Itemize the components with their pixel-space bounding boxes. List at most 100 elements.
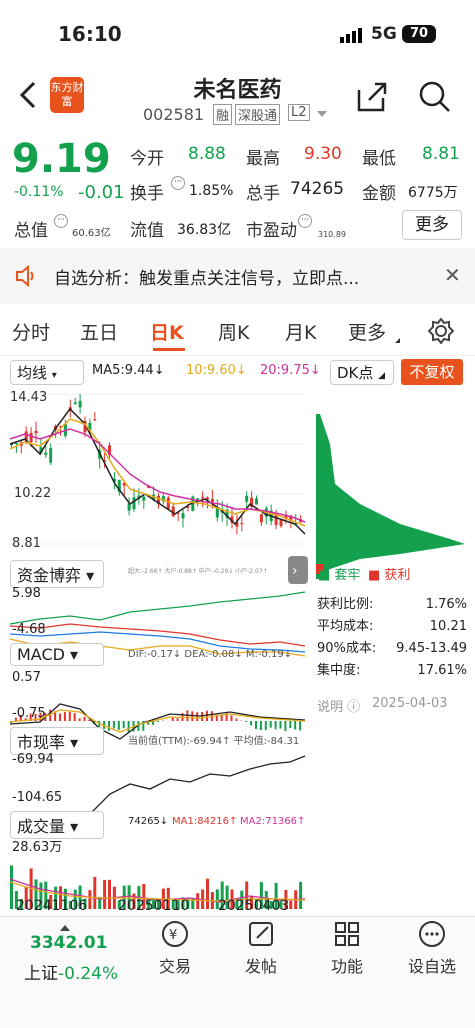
volume-selector[interactable]: 成交量 ▾	[10, 811, 104, 839]
chip-row-label: 集中度:	[317, 663, 361, 678]
period-tabs: 分时 五日 日K 周K 月K 更多	[0, 304, 475, 356]
open-label: 今开	[130, 149, 164, 169]
amount-value: 6775万	[408, 185, 458, 201]
macd-bar	[259, 721, 262, 731]
more-button[interactable]: 更多	[402, 210, 462, 240]
ma-selector-label: 均线	[17, 364, 48, 382]
tab-weekly-k[interactable]: 周K	[218, 318, 249, 345]
volume-bar	[93, 876, 97, 909]
mktcap-value: 60.63亿	[72, 228, 111, 239]
chip-row-value: 9.45-13.49	[396, 641, 467, 656]
pe-selector[interactable]: 市现率 ▾	[10, 727, 104, 755]
stock-name: 未名医药	[193, 78, 282, 103]
tab-monthly-k[interactable]: 月K	[285, 318, 316, 345]
volume-ma2: MA2:71366↑	[240, 816, 306, 827]
macd-bar	[171, 717, 174, 721]
search-icon[interactable]	[418, 80, 452, 118]
index-name: 上证	[24, 964, 58, 984]
candle-body	[255, 498, 258, 505]
info-icon[interactable]: ···	[171, 176, 185, 190]
macd-selector[interactable]: MACD ▾	[10, 643, 104, 666]
tab-five-day[interactable]: 五日	[80, 318, 118, 345]
macd-bar	[274, 721, 277, 730]
pe-label: 市盈动	[246, 221, 297, 241]
change-pct: -0.11%	[14, 184, 64, 200]
macd-bar	[196, 712, 199, 721]
index-line[interactable]: 上证-0.24%	[24, 959, 118, 984]
candle-body	[73, 402, 77, 405]
pe-axis-top: -69.94	[12, 752, 54, 767]
more-caret-icon	[395, 338, 400, 343]
volume-value: 74265	[290, 179, 345, 199]
ma-selector[interactable]: 均线 ▾	[10, 360, 84, 385]
kline-chart-area: 均线 ▾ MA5:9.44↓ 10:9.60↓ 20:9.75↓ DK点 ◢ 不…	[0, 356, 475, 916]
macd-bar	[294, 721, 297, 730]
add-watchlist-button[interactable]: 设自选	[397, 919, 467, 977]
info-icon[interactable]: ···	[54, 214, 68, 228]
macd-bar	[63, 712, 66, 721]
pe-selector-label: 市现率	[17, 733, 66, 752]
settings-icon[interactable]	[427, 317, 455, 348]
date-label-2: 20250110	[118, 898, 190, 914]
amount-label: 金额	[362, 184, 396, 204]
macd-bar	[73, 713, 76, 721]
chip-row-value: 17.61%	[417, 663, 467, 678]
volume-bar	[10, 865, 13, 909]
adjust-button[interactable]: 不复权	[401, 359, 463, 385]
share-icon[interactable]	[355, 80, 389, 118]
candle-body	[201, 496, 205, 498]
more-dots-icon	[419, 921, 445, 947]
candle-body	[215, 508, 219, 518]
tab-more[interactable]: 更多	[348, 318, 386, 345]
macd-axis-low: -0.75	[12, 706, 46, 721]
trade-button[interactable]: ¥ 交易	[140, 919, 210, 977]
post-button[interactable]: 发帖	[226, 919, 296, 977]
low-label: 最低	[362, 149, 396, 169]
chip-row-label: 90%成本:	[317, 641, 377, 656]
candle-body	[93, 419, 97, 421]
volume-bar	[299, 881, 303, 909]
chip-row-label: 平均成本:	[317, 619, 374, 634]
macd-bar	[269, 721, 272, 728]
dk-button[interactable]: DK点 ◢	[330, 360, 394, 385]
fund-selector[interactable]: 资金博弈 ▾	[10, 560, 104, 588]
high-value: 9.30	[304, 144, 342, 164]
speaker-icon	[14, 264, 38, 291]
float-value: 36.83亿	[177, 222, 232, 238]
edit-icon	[249, 922, 273, 946]
chip-row: 获利比例: 1.76%	[317, 594, 467, 616]
tab-intraday[interactable]: 分时	[12, 318, 50, 345]
status-time: 16:10	[58, 22, 122, 46]
alert-banner[interactable]: 自选分析：触发重点关注信号，立即点... ✕	[0, 248, 475, 304]
close-icon[interactable]: ✕	[444, 263, 461, 287]
fund-axis-low: -4.68	[12, 622, 46, 637]
chip-note[interactable]: 说明 ⓘ	[317, 696, 360, 715]
bottom-bar: 3342.01 上证-0.24% ¥ 交易 发帖 功能 设自选	[0, 916, 475, 1028]
function-button[interactable]: 功能	[312, 919, 382, 977]
low-value: 8.81	[422, 144, 460, 164]
macd-bar	[127, 721, 130, 733]
svg-text:›: ›	[292, 563, 298, 579]
tag-connect: 深股通	[235, 104, 281, 125]
chip-date: 2025-04-03	[372, 696, 448, 711]
legend-profit-label: 获利	[384, 568, 411, 583]
macd-bar	[284, 721, 287, 732]
volume-bar	[196, 893, 200, 909]
macd-bar	[122, 721, 125, 729]
dropdown-icon[interactable]	[317, 111, 327, 117]
chip-note-label: 说明	[317, 700, 344, 715]
info-icon[interactable]: ···	[298, 214, 312, 228]
volume-bar	[103, 879, 107, 909]
price-axis-low: 8.81	[12, 536, 41, 551]
status-bar: 16:10 5G 70	[0, 0, 475, 60]
volume-note: 74265↓	[128, 816, 169, 827]
macd-bar	[206, 710, 208, 721]
index-caret-icon	[60, 925, 70, 931]
tab-daily-k[interactable]: 日K	[150, 318, 184, 345]
macd-bar	[230, 715, 233, 721]
index-value[interactable]: 3342.01	[30, 933, 107, 953]
ma10-value: 10:9.60↓	[186, 363, 247, 378]
candle-body	[240, 522, 244, 525]
volume-axis-top: 28.63万	[12, 840, 63, 855]
macd-note: DIF:-0.17↓ DEA:-0.08↓ M:-0.19↓	[128, 649, 293, 660]
